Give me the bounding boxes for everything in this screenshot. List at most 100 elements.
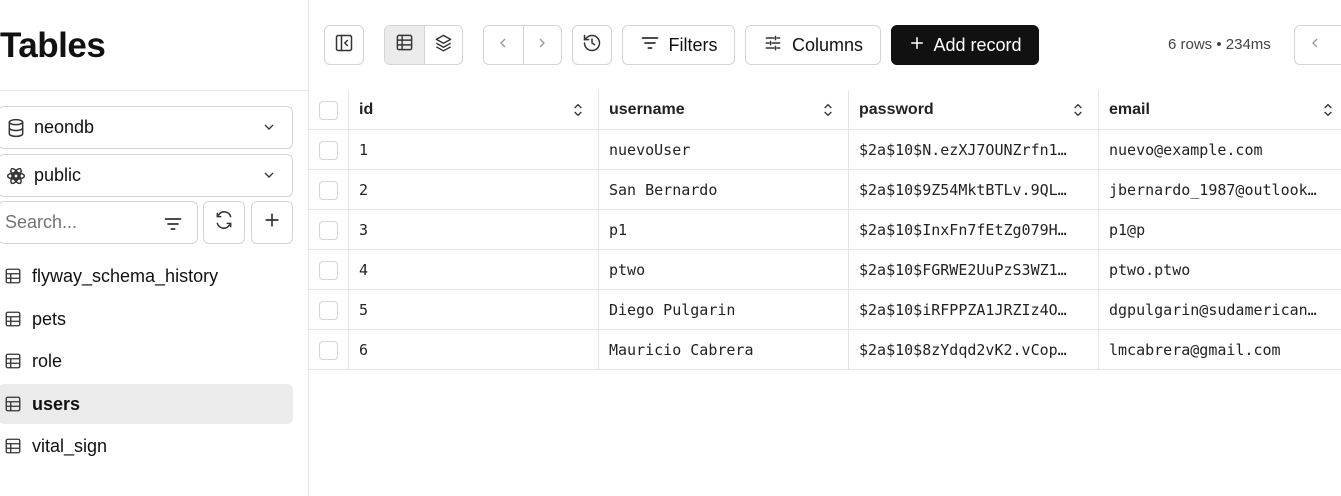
cell-username[interactable]: Mauricio Cabrera bbox=[599, 330, 849, 370]
sidebar-item-vital-sign[interactable]: vital_sign bbox=[0, 426, 293, 466]
cell-id[interactable]: 6 bbox=[349, 330, 599, 370]
cell-id[interactable]: 4 bbox=[349, 250, 599, 290]
select-all-checkbox[interactable] bbox=[319, 100, 338, 120]
cell-email[interactable]: ptwo.ptwo bbox=[1099, 250, 1341, 290]
cell-password[interactable]: $2a$10$8zYdqd2vK2.vCop… bbox=[849, 330, 1099, 370]
sidebar-item-label: flyway_schema_history bbox=[32, 265, 219, 286]
filter-icon bbox=[640, 33, 660, 58]
column-header-label: id bbox=[359, 101, 374, 118]
cell-value: 2 bbox=[359, 181, 369, 199]
table-row[interactable]: 2 San Bernardo $2a$10$9Z54MktBTLv.9QL… jber… bbox=[309, 170, 1341, 210]
cell-username[interactable]: Diego Pulgarin bbox=[599, 290, 849, 330]
table-icon bbox=[4, 436, 24, 456]
schema-select[interactable]: public bbox=[0, 154, 293, 197]
cell-username[interactable]: nuevoUser bbox=[599, 130, 849, 170]
cell-password[interactable]: $2a$10$iRFPPZA1JRZIz4O… bbox=[849, 290, 1099, 330]
cell-value: p1 bbox=[609, 221, 628, 239]
sort-icon[interactable] bbox=[820, 102, 836, 123]
cell-email[interactable]: dgpulgarin@sudamerican… bbox=[1099, 290, 1341, 330]
cell-value: ptwo.ptwo bbox=[1109, 261, 1191, 279]
sort-icon[interactable] bbox=[570, 102, 586, 123]
cell-password[interactable]: $2a$10$FGRWE2UuPzS3WZ1… bbox=[849, 250, 1099, 290]
row-checkbox[interactable] bbox=[319, 300, 338, 320]
cell-id[interactable]: 5 bbox=[349, 290, 599, 330]
filter-icon[interactable] bbox=[163, 214, 183, 239]
table-icon bbox=[4, 394, 24, 414]
cell-id[interactable]: 3 bbox=[349, 210, 599, 250]
row-select-cell bbox=[309, 250, 349, 290]
cell-password[interactable]: $2a$10$N.ezXJ7OUNZrfn1… bbox=[849, 130, 1099, 170]
page-nav bbox=[1294, 25, 1341, 65]
cell-username[interactable]: p1 bbox=[599, 210, 849, 250]
cell-value: 1 bbox=[359, 141, 369, 159]
cell-value: Mauricio Cabrera bbox=[609, 341, 754, 359]
next-button[interactable] bbox=[522, 26, 562, 64]
row-checkbox[interactable] bbox=[319, 260, 338, 280]
cell-password[interactable]: $2a$10$9Z54MktBTLv.9QL… bbox=[849, 170, 1099, 210]
sidebar: Tables neondb public Search... flyway_sc… bbox=[0, 0, 309, 496]
cell-email[interactable]: nuevo@example.com bbox=[1099, 130, 1341, 170]
cell-id[interactable]: 2 bbox=[349, 170, 599, 210]
filters-button[interactable]: Filters bbox=[622, 25, 735, 65]
columns-label: Columns bbox=[791, 34, 864, 55]
toggle-sidebar-button[interactable] bbox=[324, 25, 364, 65]
sidebar-item-label: vital_sign bbox=[32, 435, 108, 456]
column-header-username[interactable]: username bbox=[599, 90, 849, 130]
sidebar-item-flyway-schema-history[interactable]: flyway_schema_history bbox=[0, 256, 293, 296]
sidebar-collapse-icon bbox=[334, 33, 354, 58]
refresh-button[interactable] bbox=[203, 201, 245, 244]
cell-id[interactable]: 1 bbox=[349, 130, 599, 170]
refresh-icon bbox=[214, 210, 234, 235]
cell-email[interactable]: jbernardo_1987@outlook… bbox=[1099, 170, 1341, 210]
sidebar-item-pets[interactable]: pets bbox=[0, 299, 293, 339]
table-row[interactable]: 1 nuevoUser $2a$10$N.ezXJ7OUNZrfn1… nuevo@e… bbox=[309, 130, 1341, 170]
column-header-label: password bbox=[859, 101, 934, 118]
cell-username[interactable]: San Bernardo bbox=[599, 170, 849, 210]
cell-value: $2a$10$9Z54MktBTLv.9QL… bbox=[859, 181, 1067, 199]
view-toggle bbox=[384, 25, 463, 65]
structure-view-button[interactable] bbox=[423, 26, 463, 64]
search-input[interactable] bbox=[0, 202, 149, 243]
row-checkbox[interactable] bbox=[319, 340, 338, 360]
prev-button[interactable] bbox=[484, 26, 523, 64]
sidebar-item-role[interactable]: role bbox=[0, 341, 293, 381]
column-header-label: email bbox=[1109, 101, 1150, 118]
column-header-email[interactable]: email bbox=[1099, 90, 1341, 130]
add-table-button[interactable] bbox=[251, 201, 293, 244]
row-checkbox[interactable] bbox=[319, 220, 338, 240]
sort-icon[interactable] bbox=[1320, 102, 1336, 123]
table-row[interactable]: 4 ptwo $2a$10$FGRWE2UuPzS3WZ1… ptwo.ptwo bbox=[309, 250, 1341, 290]
columns-button[interactable]: Columns bbox=[745, 25, 881, 65]
cell-value: San Bernardo bbox=[609, 181, 718, 199]
database-icon bbox=[6, 118, 26, 138]
table-row[interactable]: 6 Mauricio Cabrera $2a$10$8zYdqd2vK2.vCop…… bbox=[309, 330, 1341, 370]
cell-username[interactable]: ptwo bbox=[599, 250, 849, 290]
table-row[interactable]: 3 p1 $2a$10$InxFn7fEtZg079H… p1@p bbox=[309, 210, 1341, 250]
column-header-password[interactable]: password bbox=[849, 90, 1099, 130]
plus-icon bbox=[908, 34, 926, 57]
chevron-left-icon bbox=[495, 35, 511, 56]
sidebar-title: Tables bbox=[0, 26, 106, 65]
cell-value: 3 bbox=[359, 221, 369, 239]
row-checkbox[interactable] bbox=[319, 140, 338, 160]
grid-view-button[interactable] bbox=[385, 26, 424, 64]
column-header-id[interactable]: id bbox=[349, 90, 599, 130]
sort-icon[interactable] bbox=[1070, 102, 1086, 123]
cell-password[interactable]: $2a$10$InxFn7fEtZg079H… bbox=[849, 210, 1099, 250]
history-button[interactable] bbox=[572, 25, 612, 65]
divider bbox=[0, 90, 309, 91]
cell-value: lmcabrera@gmail.com bbox=[1109, 341, 1281, 359]
cell-value: $2a$10$iRFPPZA1JRZIz4O… bbox=[859, 301, 1067, 319]
layers-icon bbox=[434, 33, 453, 57]
chevron-right-icon bbox=[534, 35, 550, 56]
sidebar-item-users[interactable]: users bbox=[0, 384, 293, 424]
page-prev-button[interactable] bbox=[1295, 26, 1334, 64]
add-record-button[interactable]: Add record bbox=[891, 25, 1039, 65]
database-select[interactable]: neondb bbox=[0, 106, 293, 149]
filters-label: Filters bbox=[668, 34, 718, 55]
row-checkbox[interactable] bbox=[319, 180, 338, 200]
cell-email[interactable]: lmcabrera@gmail.com bbox=[1099, 330, 1341, 370]
cell-email[interactable]: p1@p bbox=[1099, 210, 1341, 250]
cell-value: $2a$10$8zYdqd2vK2.vCop… bbox=[859, 341, 1067, 359]
table-row[interactable]: 5 Diego Pulgarin $2a$10$iRFPPZA1JRZIz4O… dg… bbox=[309, 290, 1341, 330]
